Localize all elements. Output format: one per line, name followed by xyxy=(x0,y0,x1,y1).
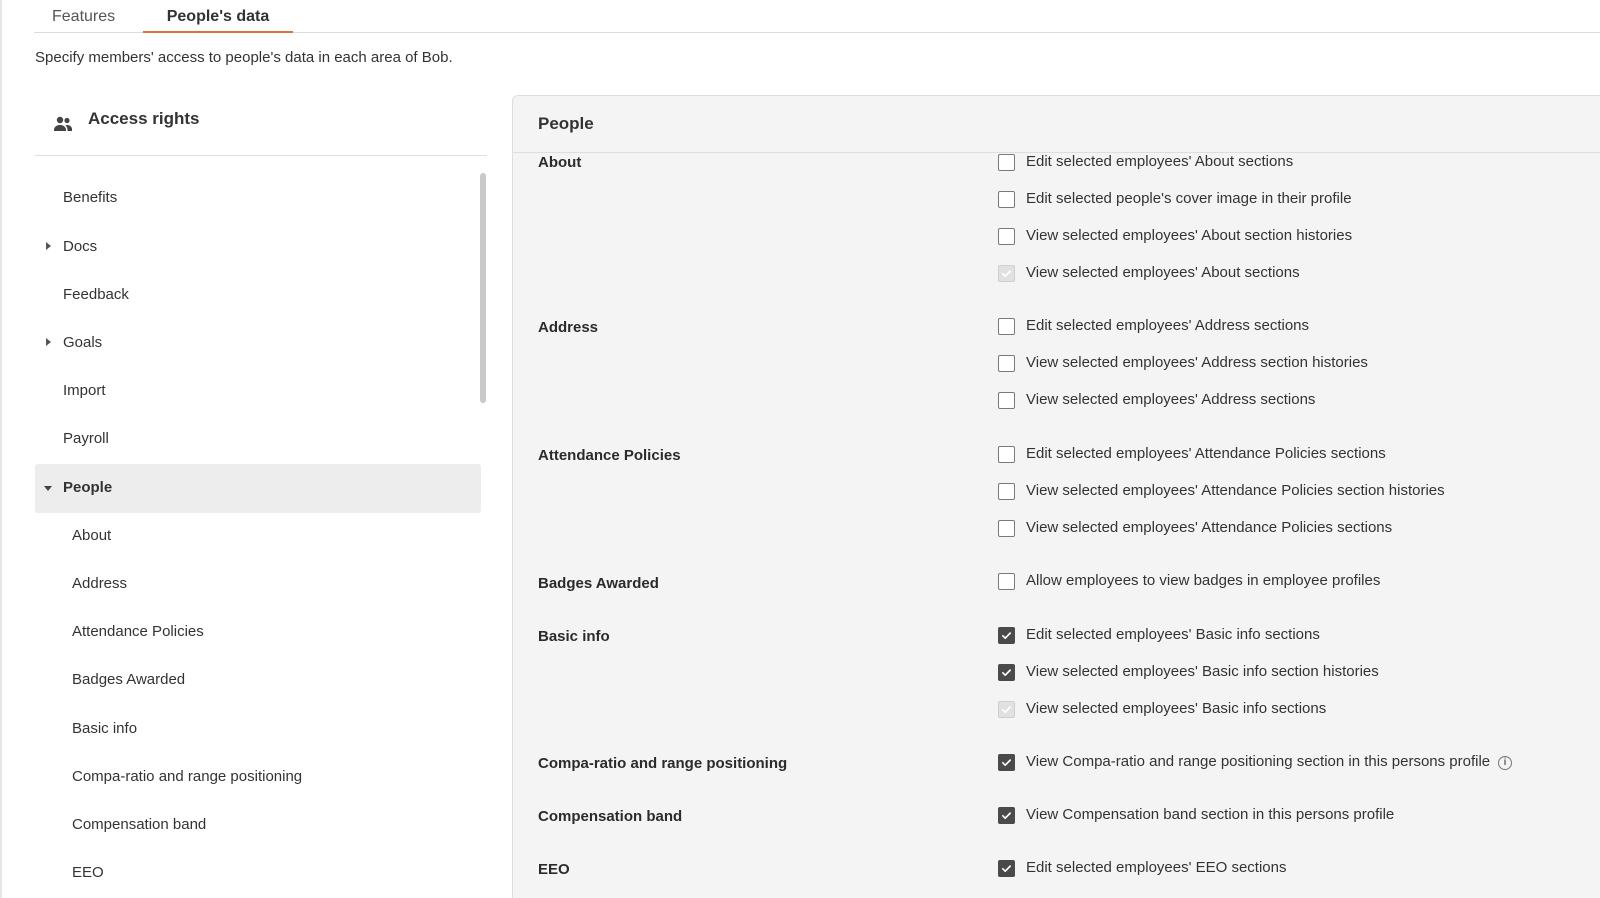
permission-checkbox[interactable] xyxy=(998,754,1015,771)
access-rights-panel: Access rights Benefits Docs Feedback Goals I… xyxy=(35,93,487,898)
sidebar-item-compa-ratio-and-range-positioning[interactable]: Compa-ratio and range positioning xyxy=(35,753,481,802)
people-permissions-title: People xyxy=(538,114,594,133)
permission-label: Edit selected employees' EEO sections xyxy=(1026,859,1287,876)
sidebar-item-label: Badges Awarded xyxy=(72,671,186,688)
sidebar-item-label: Attendance Policies xyxy=(72,623,204,640)
permission-label: View Compensation band section in this p… xyxy=(1026,806,1395,823)
section-label-about: About xyxy=(538,154,582,171)
permission-label: Allow employees to view badges in employ… xyxy=(1026,572,1381,589)
sidebar-item-label: Compa-ratio and range positioning xyxy=(72,768,303,785)
sidebar-item-attendance-policies[interactable]: Attendance Policies xyxy=(35,608,481,657)
section-label-compa-ratio-and-range-positioning: Compa-ratio and range positioning xyxy=(538,755,788,772)
sidebar-item-about[interactable]: About xyxy=(35,512,481,561)
sidebar-item-label: Benefits xyxy=(63,189,118,206)
sidebar-item-label: EEO xyxy=(72,864,104,881)
permission-checkbox[interactable] xyxy=(998,664,1015,681)
sidebar-item-label: People xyxy=(63,479,113,496)
permission-label: View selected employees' Attendance Poli… xyxy=(1026,519,1393,536)
access-rights-title: Access rights xyxy=(88,109,200,128)
left-scrollbar-thumb[interactable] xyxy=(480,173,486,403)
permission-checkbox[interactable] xyxy=(998,355,1015,372)
permission-label: Edit selected people's cover image in th… xyxy=(1026,190,1352,207)
section-label-attendance-policies: Attendance Policies xyxy=(538,447,681,464)
permission-checkbox[interactable] xyxy=(998,807,1015,824)
section-label-compensation-band: Compensation band xyxy=(538,808,683,825)
tab-bar: Features People's data xyxy=(34,0,1600,33)
permission-label: View selected employees' About section h… xyxy=(1026,227,1353,244)
window-edge xyxy=(0,0,2,898)
permission-checkbox[interactable] xyxy=(998,483,1015,500)
permission-checkbox[interactable] xyxy=(998,520,1015,537)
permission-label: View selected employees' Basic info sect… xyxy=(1026,700,1327,717)
permission-label: View selected employees' Attendance Poli… xyxy=(1026,482,1445,499)
people-permissions-panel: People About Edit selected employees' Abo… xyxy=(512,95,1600,898)
sidebar-item-goals[interactable]: Goals xyxy=(35,319,481,368)
page-description: Specify members' access to people's data… xyxy=(35,49,453,66)
permission-label: Edit selected employees' Basic info sect… xyxy=(1026,626,1320,643)
sidebar-item-label: Address xyxy=(72,575,128,592)
permission-checkbox xyxy=(998,265,1015,282)
sidebar-item-basic-info[interactable]: Basic info xyxy=(35,705,481,754)
sidebar-item-label: Compensation band xyxy=(72,816,207,833)
permission-checkbox[interactable] xyxy=(998,191,1015,208)
check-icon xyxy=(1002,812,1011,819)
permission-checkbox[interactable] xyxy=(998,627,1015,644)
check-icon xyxy=(1002,706,1011,713)
sidebar-item-benefits[interactable]: Benefits xyxy=(35,174,481,223)
permission-label: Edit selected employees' Attendance Poli… xyxy=(1026,445,1386,462)
permission-checkbox[interactable] xyxy=(998,446,1015,463)
sidebar-item-people[interactable]: People xyxy=(35,464,481,513)
permission-checkbox[interactable] xyxy=(998,228,1015,245)
people-permissions-header: People xyxy=(513,96,1600,153)
people-icon xyxy=(54,116,72,131)
permission-label: View selected employees' About sections xyxy=(1026,264,1300,281)
check-icon xyxy=(1002,669,1011,676)
access-rights-list: Benefits Docs Feedback Goals Import Payroll Pe… xyxy=(35,157,481,898)
sidebar-item-import[interactable]: Import xyxy=(35,367,481,416)
check-icon xyxy=(1002,632,1011,639)
sidebar-item-label: Payroll xyxy=(63,430,109,447)
sidebar-item-label: Basic info xyxy=(72,720,138,737)
sidebar-item-compensation-band[interactable]: Compensation band xyxy=(35,801,481,850)
caret-right-icon[interactable] xyxy=(46,338,51,346)
left-scrollbar-track[interactable] xyxy=(480,163,486,898)
permission-label: View selected employees' Basic info sect… xyxy=(1026,663,1379,680)
info-icon[interactable]: i xyxy=(1498,756,1512,770)
sidebar-item-label: About xyxy=(72,527,112,544)
sidebar-item-label: Feedback xyxy=(63,286,129,303)
section-label-address: Address xyxy=(538,319,599,336)
sidebar-item-payroll[interactable]: Payroll xyxy=(35,415,481,464)
section-label-badges-awarded: Badges Awarded xyxy=(538,575,659,592)
permission-checkbox[interactable] xyxy=(998,318,1015,335)
section-label-basic-info: Basic info xyxy=(538,628,610,645)
sidebar-item-label: Docs xyxy=(63,238,98,255)
permission-label: View selected employees' Address section… xyxy=(1026,391,1316,408)
permission-label: Edit selected employees' About sections xyxy=(1026,153,1294,170)
check-icon xyxy=(1002,865,1011,872)
check-icon xyxy=(1002,759,1011,766)
caret-right-icon[interactable] xyxy=(46,242,51,250)
check-icon xyxy=(1002,270,1011,277)
tab-features[interactable]: Features xyxy=(52,0,115,33)
sidebar-item-feedback[interactable]: Feedback xyxy=(35,271,481,320)
permission-checkbox[interactable] xyxy=(998,573,1015,590)
sidebar-item-docs[interactable]: Docs xyxy=(35,223,481,272)
permission-label: Edit selected employees' Address section… xyxy=(1026,317,1310,334)
sidebar-item-badges-awarded[interactable]: Badges Awarded xyxy=(35,656,481,705)
caret-down-icon[interactable] xyxy=(44,486,52,491)
sidebar-item-label: Import xyxy=(63,382,106,399)
permission-checkbox[interactable] xyxy=(998,392,1015,409)
permission-label: View selected employees' Address section… xyxy=(1026,354,1368,371)
permission-checkbox xyxy=(998,701,1015,718)
sidebar-item-label: Goals xyxy=(63,334,103,351)
access-rights-header: Access rights xyxy=(35,93,487,156)
sidebar-item-eeo[interactable]: EEO xyxy=(35,849,481,898)
sidebar-item-address[interactable]: Address xyxy=(35,560,481,609)
permission-checkbox[interactable] xyxy=(998,154,1015,171)
section-label-eeo: EEO xyxy=(538,861,570,878)
tab-peoples-data[interactable]: People's data xyxy=(143,0,293,33)
permission-label: View Compa-ratio and range positioning s… xyxy=(1026,753,1491,770)
permission-checkbox[interactable] xyxy=(998,860,1015,877)
